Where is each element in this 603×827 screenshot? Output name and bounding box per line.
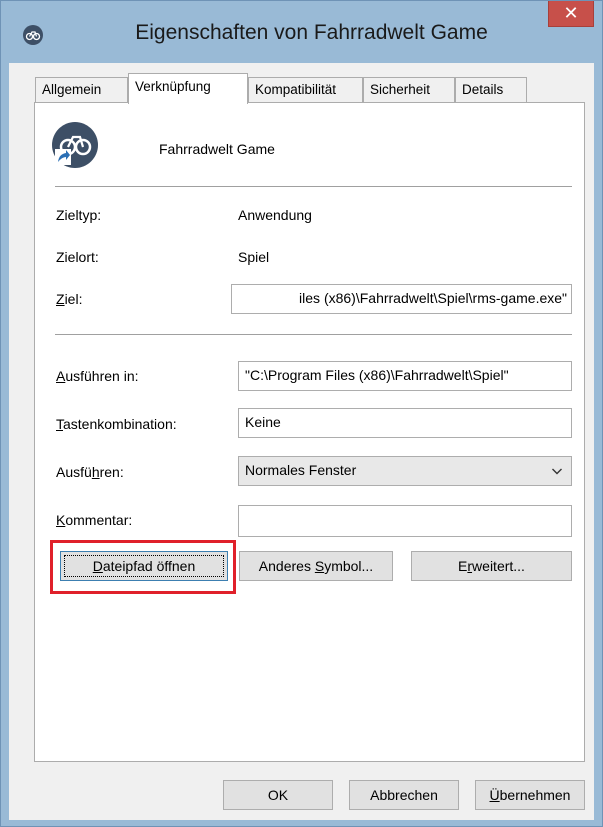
run-mode-value: Normales Fenster <box>245 462 357 478</box>
comment-field[interactable] <box>238 505 572 537</box>
tab-kompatibilitaet[interactable]: Kompatibilität <box>248 77 363 103</box>
window-title: Eigenschaften von Fahrradwelt Game <box>135 21 488 44</box>
run-label: Ausführen: <box>56 464 124 480</box>
target-type-value: Anwendung <box>238 207 312 223</box>
bike-shortcut-icon <box>52 122 98 168</box>
tab-details[interactable]: Details <box>455 77 527 103</box>
dialog-client: Allgemein Verknüpfung Kompatibilität Sic… <box>9 63 594 820</box>
hotkey-label: Tastenkombination: <box>56 416 177 432</box>
start-in-field[interactable]: "C:\Program Files (x86)\Fahrradwelt\Spie… <box>238 361 572 391</box>
tab-allgemein[interactable]: Allgemein <box>35 77 128 103</box>
properties-window: Eigenschaften von Fahrradwelt Game ✕ All… <box>0 0 603 827</box>
shortcut-panel: Fahrradwelt Game Zieltyp: Anwendung Ziel… <box>34 102 585 762</box>
target-type-label: Zieltyp: <box>56 207 102 223</box>
chevron-down-icon <box>552 468 562 475</box>
tab-sicherheit[interactable]: Sicherheit <box>363 77 455 103</box>
run-mode-select[interactable]: Normales Fenster <box>238 456 572 486</box>
tab-verknuepfung[interactable]: Verknüpfung <box>128 73 248 104</box>
ok-button[interactable]: OK <box>223 780 333 810</box>
separator <box>55 186 572 187</box>
cancel-button[interactable]: Abbrechen <box>349 780 459 810</box>
target-location-label: Zielort: <box>56 249 99 265</box>
target-location-value: Spiel <box>238 249 270 265</box>
close-button[interactable]: ✕ <box>548 1 594 27</box>
hotkey-field[interactable]: Keine <box>238 408 572 438</box>
target-field[interactable]: iles (x86)\Fahrradwelt\Spiel\rms-game.ex… <box>231 284 572 314</box>
comment-label: Kommentar: <box>56 512 133 528</box>
shortcut-name: Fahrradwelt Game <box>159 141 275 157</box>
highlight-box <box>50 540 236 594</box>
target-label: Ziel: <box>56 291 83 307</box>
close-icon: ✕ <box>563 3 579 23</box>
apply-button[interactable]: Übernehmen <box>475 780 585 810</box>
advanced-button[interactable]: Erweitert... <box>411 551 572 581</box>
start-in-label: Ausführen in: <box>56 368 139 384</box>
title-bar[interactable]: Eigenschaften von Fahrradwelt Game ✕ <box>1 1 602 63</box>
separator <box>55 334 572 335</box>
change-icon-button[interactable]: Anderes Symbol... <box>239 551 393 581</box>
